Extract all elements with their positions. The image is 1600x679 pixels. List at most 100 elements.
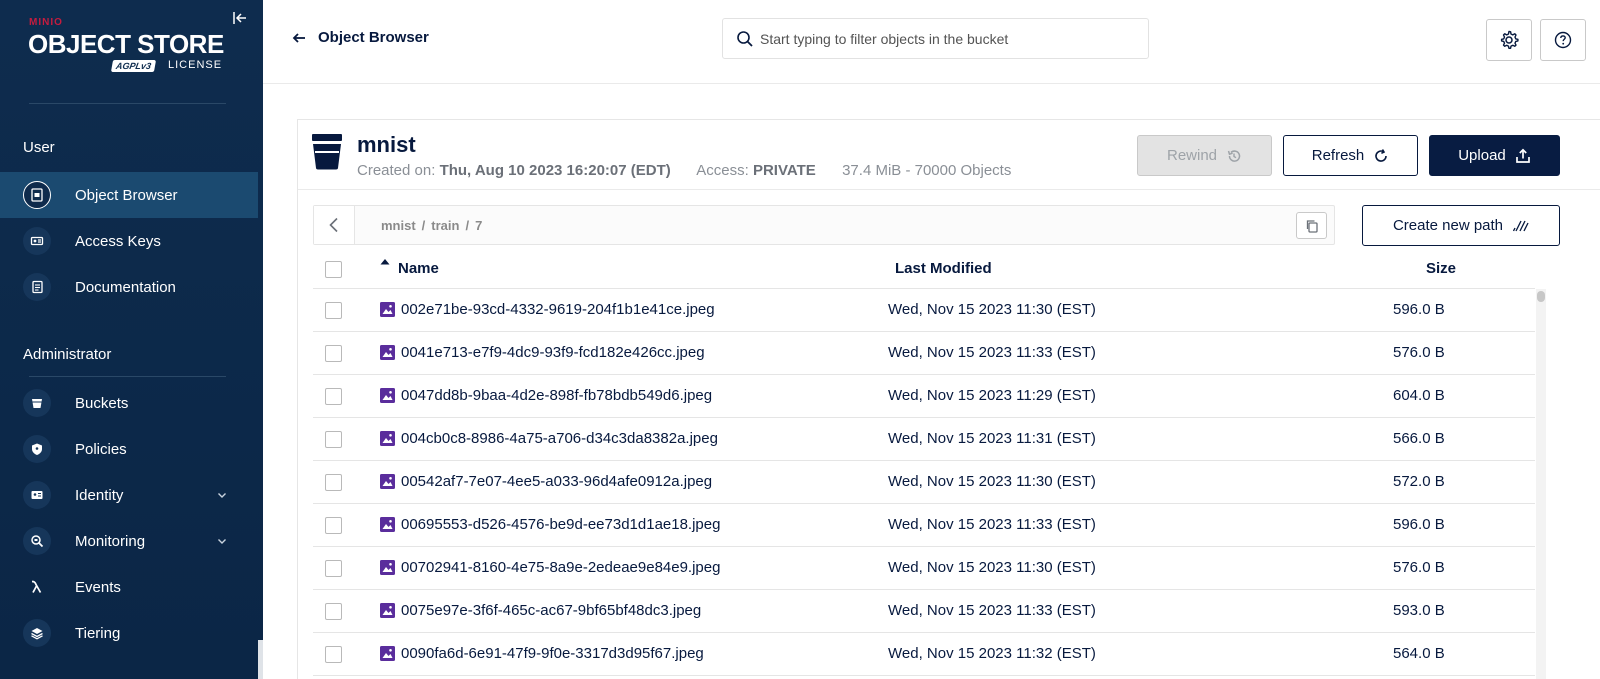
- object-size: 566.0 B: [1393, 430, 1445, 447]
- sidebar-item-label: Events: [75, 578, 121, 596]
- table-row[interactable]: 002e71be-93cd-4332-9619-204f1b1e41ce.jpe…: [313, 289, 1535, 332]
- column-header-last-modified[interactable]: Last Modified: [895, 260, 992, 277]
- sidebar-item-documentation[interactable]: Documentation: [0, 264, 258, 310]
- minio-logo: MINIO OBJECT STORE AGPLv3 LICENSE: [28, 15, 238, 75]
- select-all-checkbox[interactable]: [325, 261, 342, 278]
- object-last-modified: Wed, Nov 15 2023 11:33 (EST): [888, 602, 1096, 619]
- create-new-path-label: Create new path: [1392, 217, 1504, 234]
- table-row[interactable]: 00695553-d526-4576-be9d-ee73d1d1ae18.jpe…: [313, 504, 1535, 547]
- sidebar-divider: [29, 103, 226, 104]
- row-checkbox[interactable]: [325, 474, 342, 491]
- image-file-icon: [380, 646, 395, 661]
- row-checkbox[interactable]: [325, 646, 342, 663]
- object-name: 00702941-8160-4e75-8a9e-2edeae9e84e9.jpe…: [401, 559, 721, 576]
- upload-label: Upload: [1458, 147, 1506, 164]
- row-checkbox[interactable]: [325, 302, 342, 319]
- sidebar-item-access-keys[interactable]: Access Keys: [0, 218, 258, 264]
- create-new-path-button[interactable]: Create new path: [1362, 205, 1560, 246]
- table-row[interactable]: 00542af7-7e07-4ee5-a033-96d4afe0912a.jpe…: [313, 461, 1535, 504]
- scrollbar-thumb[interactable]: [1537, 291, 1545, 302]
- sidebar-item-identity[interactable]: Identity: [0, 472, 258, 518]
- sidebar-item-label: Tiering: [75, 624, 121, 642]
- object-name: 002e71be-93cd-4332-9619-204f1b1e41ce.jpe…: [401, 301, 715, 318]
- object-last-modified: Wed, Nov 15 2023 11:33 (EST): [888, 516, 1096, 533]
- object-size: 572.0 B: [1393, 473, 1445, 490]
- sidebar-item-events[interactable]: Events: [0, 564, 258, 610]
- sidebar-item-label: Access Keys: [75, 232, 161, 250]
- sidebar-scroll-edge: [258, 640, 263, 679]
- rewind-label: Rewind: [1166, 147, 1218, 164]
- lambda-icon: [23, 573, 51, 601]
- table-row[interactable]: 0047dd8b-9baa-4d2e-898f-fb78bdb549d6.jpe…: [313, 375, 1535, 418]
- panel-divider: [298, 189, 1600, 190]
- breadcrumb: mnist / train / 7: [313, 205, 1335, 245]
- breadcrumb-back-button[interactable]: [314, 206, 355, 244]
- row-checkbox[interactable]: [325, 345, 342, 362]
- logo-product: OBJECT STORE: [28, 29, 224, 59]
- collapse-sidebar-icon[interactable]: [231, 9, 249, 27]
- logo-license: LICENSE: [168, 59, 223, 71]
- created-label: Created on:: [357, 162, 436, 179]
- upload-button[interactable]: Upload: [1429, 135, 1560, 176]
- id-card-icon: [23, 481, 51, 509]
- object-size: 604.0 B: [1393, 387, 1445, 404]
- key-icon: [23, 227, 51, 255]
- help-button[interactable]: [1540, 19, 1586, 61]
- bucket-usage: 37.4 MiB - 70000 Objects: [842, 162, 1012, 179]
- back-to-object-browser-link[interactable]: Object Browser: [292, 29, 429, 46]
- sidebar-item-monitoring[interactable]: Monitoring: [0, 518, 258, 564]
- row-checkbox[interactable]: [325, 431, 342, 448]
- sidebar-item-label: Buckets: [75, 394, 129, 412]
- section-title-user: User: [23, 139, 55, 156]
- gear-icon: [1500, 30, 1519, 49]
- object-list: 002e71be-93cd-4332-9619-204f1b1e41ce.jpe…: [313, 289, 1535, 679]
- arrow-left-icon: [292, 32, 305, 43]
- chevron-down-icon: [218, 539, 226, 544]
- breadcrumb-segment[interactable]: mnist: [381, 218, 416, 233]
- image-file-icon: [380, 345, 395, 360]
- breadcrumb-segment[interactable]: train: [431, 218, 459, 233]
- column-header-name[interactable]: Name: [398, 260, 439, 277]
- row-checkbox[interactable]: [325, 603, 342, 620]
- rewind-button[interactable]: Rewind: [1137, 135, 1272, 176]
- logo-agpl-badge: AGPLv3: [110, 60, 157, 72]
- sidebar-item-tiering[interactable]: Tiering: [0, 610, 258, 656]
- sidebar-item-object-browser[interactable]: Object Browser: [0, 172, 258, 218]
- table-row[interactable]: 0075e97e-3f6f-465c-ac67-9bf65bf48dc3.jpe…: [313, 590, 1535, 633]
- sidebar-item-label: Object Browser: [75, 186, 178, 204]
- top-bar: Object Browser: [263, 0, 1600, 84]
- search-input[interactable]: [760, 19, 1145, 58]
- upload-icon: [1515, 148, 1530, 163]
- column-header-size[interactable]: Size: [1426, 260, 1456, 277]
- sidebar: MINIO OBJECT STORE AGPLv3 LICENSE User O…: [0, 0, 263, 679]
- object-name: 0090fa6d-6e91-47f9-9f0e-3317d3d95f67.jpe…: [401, 645, 704, 662]
- back-link-label: Object Browser: [318, 29, 429, 46]
- table-row[interactable]: 004cb0c8-8986-4a75-a706-d34c3da8382a.jpe…: [313, 418, 1535, 461]
- table-scrollbar[interactable]: [1536, 289, 1546, 679]
- image-file-icon: [380, 560, 395, 575]
- table-row[interactable]: 00702941-8160-4e75-8a9e-2edeae9e84e9.jpe…: [313, 547, 1535, 590]
- sidebar-item-buckets[interactable]: Buckets: [0, 380, 258, 426]
- table-row[interactable]: 0041e713-e7f9-4dc9-93f9-fcd182e426cc.jpe…: [313, 332, 1535, 375]
- bucket-panel: mnist Created on: Thu, Aug 10 2023 16:20…: [297, 119, 1600, 679]
- breadcrumb-separator: /: [465, 218, 470, 233]
- table-row[interactable]: 0090fa6d-6e91-47f9-9f0e-3317d3d95f67.jpe…: [313, 633, 1535, 676]
- row-checkbox[interactable]: [325, 560, 342, 577]
- row-checkbox[interactable]: [325, 388, 342, 405]
- row-checkbox[interactable]: [325, 517, 342, 534]
- sidebar-item-label: Policies: [75, 440, 127, 458]
- object-size: 593.0 B: [1393, 602, 1445, 619]
- settings-button[interactable]: [1486, 19, 1532, 61]
- object-name: 0047dd8b-9baa-4d2e-898f-fb78bdb549d6.jpe…: [401, 387, 713, 404]
- copy-icon: [1306, 219, 1318, 233]
- refresh-button[interactable]: Refresh: [1283, 135, 1418, 176]
- image-file-icon: [380, 431, 395, 446]
- sidebar-item-policies[interactable]: Policies: [0, 426, 258, 472]
- breadcrumb-segment[interactable]: 7: [475, 218, 482, 233]
- sort-ascending-icon[interactable]: [380, 258, 390, 266]
- object-last-modified: Wed, Nov 15 2023 11:33 (EST): [888, 344, 1096, 361]
- sidebar-item-label: Identity: [75, 486, 124, 504]
- section-title-administrator: Administrator: [23, 346, 112, 363]
- image-file-icon: [380, 388, 395, 403]
- copy-path-button[interactable]: [1296, 212, 1327, 239]
